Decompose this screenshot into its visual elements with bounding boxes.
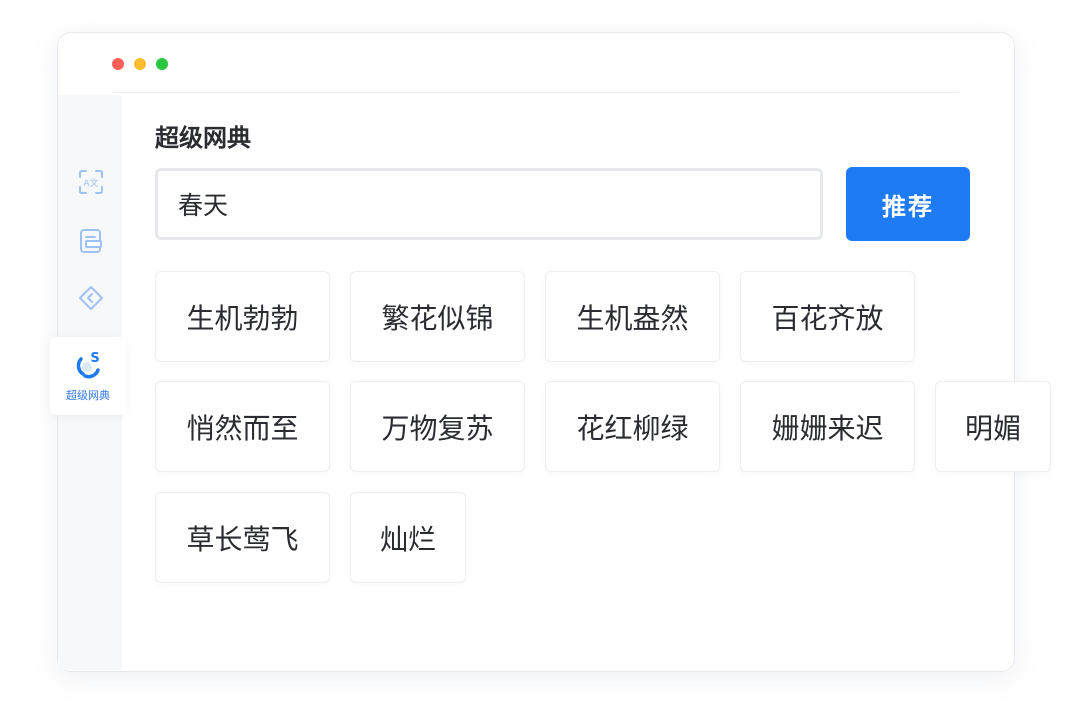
result-chip[interactable]: 明媚 (935, 381, 1051, 472)
maximize-window-dot[interactable] (156, 58, 168, 70)
document-icon[interactable] (78, 228, 104, 254)
svg-text:A文: A文 (83, 177, 98, 189)
result-chip[interactable]: 悄然而至 (155, 381, 330, 472)
minimize-window-dot[interactable] (134, 58, 146, 70)
titlebar-divider (113, 92, 959, 93)
search-input[interactable] (155, 168, 823, 240)
recommend-button[interactable]: 推荐 (846, 167, 970, 241)
result-chip[interactable]: 灿烂 (350, 492, 466, 583)
result-chip[interactable]: 繁花似锦 (350, 271, 525, 362)
result-chip[interactable]: 万物复苏 (350, 381, 525, 472)
text-scan-icon[interactable]: A文 (78, 169, 104, 195)
result-chip[interactable]: 生机盎然 (545, 271, 720, 362)
result-chip[interactable]: 百花齐放 (740, 271, 915, 362)
sidebar-item-dictionary[interactable]: S 超级网典 (50, 337, 126, 415)
result-chip[interactable]: 花红柳绿 (545, 381, 720, 472)
svg-text:S: S (90, 351, 99, 366)
sidebar-item-label: 超级网典 (66, 389, 110, 402)
close-window-dot[interactable] (112, 58, 124, 70)
result-chip[interactable]: 草长莺飞 (155, 492, 330, 583)
page-title: 超级网典 (155, 124, 251, 152)
result-chip[interactable]: 姗姗来迟 (740, 381, 915, 472)
dictionary-icon: S (76, 351, 100, 379)
result-chip[interactable]: 生机勃勃 (155, 271, 330, 362)
window-controls (112, 58, 168, 70)
tag-icon[interactable] (78, 285, 104, 311)
